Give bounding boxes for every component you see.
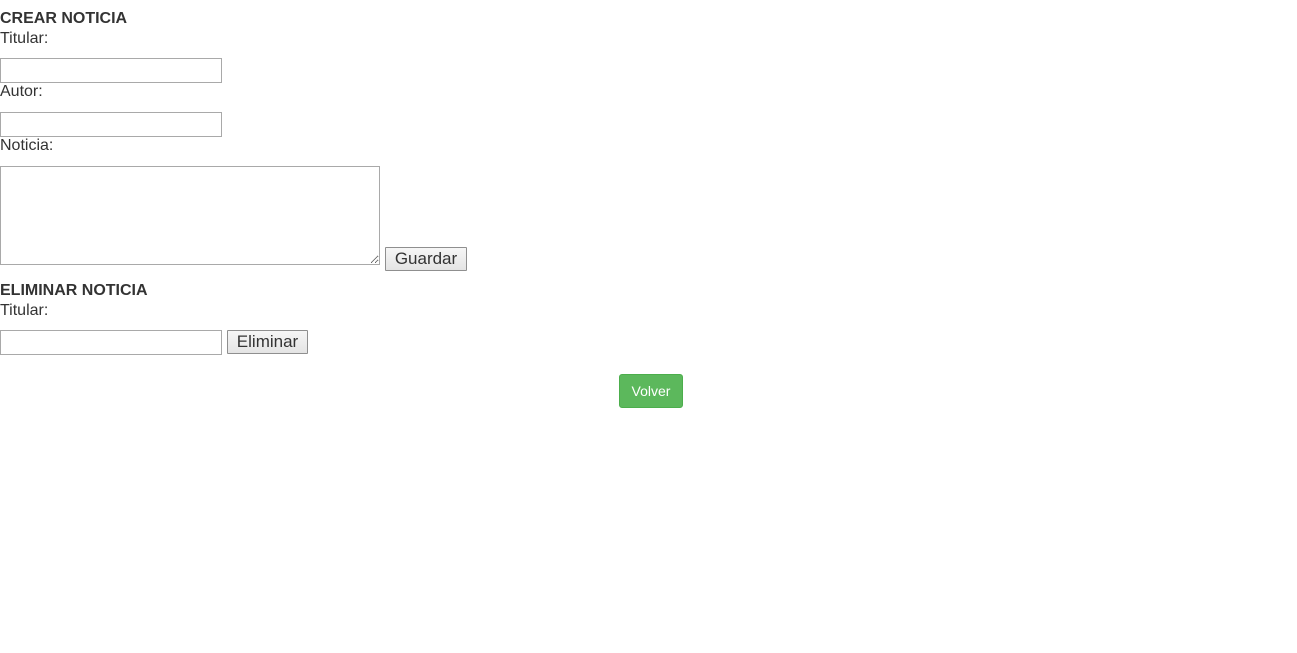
news-body-label: Noticia: (0, 137, 54, 154)
delete-title-label: Titular: (0, 302, 49, 319)
page: CREAR NOTICIA Titular: Autor: Noticia: G… (0, 0, 1297, 653)
author-label: Autor: (0, 83, 43, 100)
save-button[interactable]: Guardar (385, 247, 467, 271)
delete-button[interactable]: Eliminar (227, 330, 308, 354)
author-input[interactable] (0, 112, 222, 137)
delete-news-heading: ELIMINAR NOTICIA (0, 282, 148, 299)
news-body-textarea[interactable] (0, 166, 380, 265)
create-title-input[interactable] (0, 58, 222, 83)
create-title-label: Titular: (0, 30, 49, 47)
back-button[interactable]: Volver (619, 374, 683, 408)
delete-title-input[interactable] (0, 330, 222, 355)
create-news-heading: CREAR NOTICIA (0, 10, 128, 27)
